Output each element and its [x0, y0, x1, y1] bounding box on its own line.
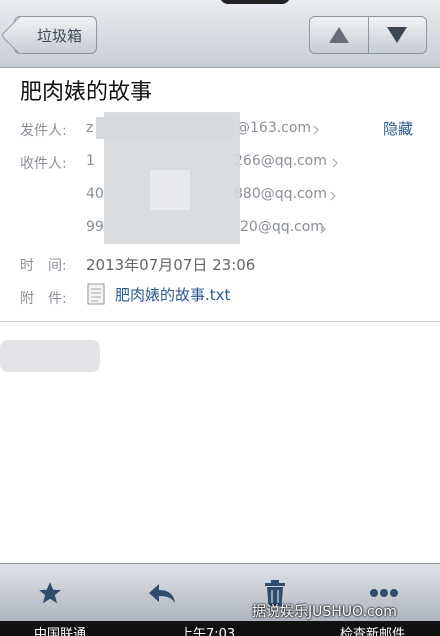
sender-address-start[interactable]: z — [86, 120, 93, 136]
reply-button[interactable] — [145, 576, 179, 610]
navigation-bar: 垃圾箱 — [0, 0, 440, 68]
attachment-label: 附 件: — [20, 291, 67, 307]
reply-icon — [149, 584, 175, 603]
flag-button[interactable] — [33, 576, 67, 610]
time-label: 时 间: — [20, 258, 67, 274]
recipient-1-start[interactable]: 1 — [86, 153, 95, 169]
triangle-down-icon — [387, 27, 408, 43]
carrier-name: 中国联通 — [34, 627, 87, 636]
status-bar: 中国联通 上午7:03 检查新邮件 — [0, 621, 440, 636]
recipient-3-end[interactable]: 20@qq.com — [240, 219, 324, 235]
more-icon — [370, 589, 398, 597]
time-value: 2013年07月07日 23:06 — [86, 256, 256, 274]
chevron-right-icon — [332, 158, 338, 168]
redacted-body — [0, 340, 100, 372]
clock: 上午7:03 — [180, 627, 236, 636]
next-message-button[interactable] — [367, 17, 427, 53]
back-button-label: 垃圾箱 — [37, 27, 83, 45]
previous-message-button[interactable] — [310, 17, 368, 53]
watermark: 据说娱乐JUSHUO.com — [252, 604, 397, 620]
sender-address-end[interactable]: @163.com — [236, 120, 311, 136]
from-label: 发件人: — [20, 123, 67, 139]
attachment-name: 肥肉婊的故事.txt — [115, 285, 231, 304]
chevron-right-icon — [330, 191, 336, 201]
recipient-3-start[interactable]: 99 — [86, 219, 104, 235]
chevron-right-icon — [313, 125, 319, 135]
redaction-tile — [150, 170, 190, 210]
recipient-2-start[interactable]: 40 — [86, 186, 104, 202]
triangle-up-icon — [328, 27, 349, 43]
status-message: 检查新邮件 — [340, 627, 406, 636]
document-icon — [87, 283, 105, 305]
recipient-2-end[interactable]: 880@qq.com — [234, 186, 327, 202]
message-navigation — [309, 16, 427, 54]
to-label: 收件人: — [20, 156, 67, 172]
chevron-right-icon — [320, 224, 326, 234]
attachment-item[interactable]: 肥肉婊的故事.txt — [87, 283, 230, 305]
back-button[interactable]: 垃圾箱 — [14, 16, 98, 54]
email-subject: 肥肉婊的故事 — [20, 80, 153, 105]
header-divider — [0, 321, 440, 322]
star-icon — [39, 582, 61, 604]
hide-details-link[interactable]: 隐藏 — [383, 118, 413, 139]
recipient-1-end[interactable]: 266@qq.com — [234, 153, 327, 169]
